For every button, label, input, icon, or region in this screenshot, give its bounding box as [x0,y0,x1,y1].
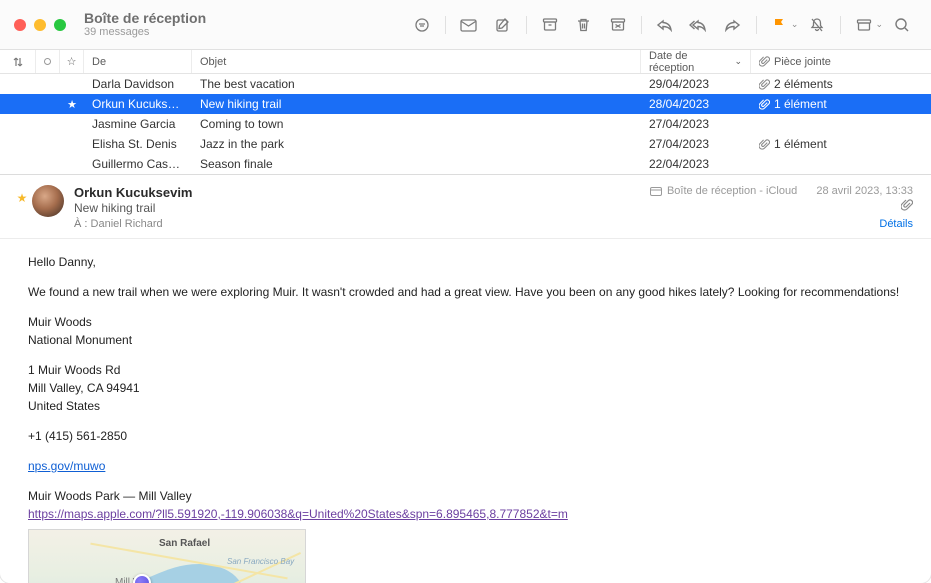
row-attachment: 1 élément [751,137,931,151]
row-date: 27/04/2023 [641,117,751,131]
message-row[interactable]: Darla DavidsonThe best vacation29/04/202… [0,74,931,94]
preview-subject: New hiking trail [74,201,650,215]
window-title: Boîte de réception [84,10,206,27]
message-list: Darla DavidsonThe best vacation29/04/202… [0,74,931,174]
row-flag-icon[interactable]: ★ [60,98,84,111]
addr-line: 1 Muir Woods Rd [28,361,903,379]
row-subject: Season finale [192,157,641,171]
message-row[interactable]: Elisha St. DenisJazz in the park27/04/20… [0,134,931,154]
junk-button[interactable] [603,12,633,38]
row-date: 29/04/2023 [641,77,751,91]
column-header: ☆ De Objet Date de réception ⌄ Pièce joi… [0,50,931,74]
reply-all-button[interactable] [684,12,714,38]
link-maps[interactable]: https://maps.apple.com/?ll5.591920,-119.… [28,507,568,521]
archive-button[interactable] [535,12,565,38]
col-sort[interactable] [0,50,36,73]
body-greeting: Hello Danny, [28,253,903,271]
row-attachment: 2 éléments [751,77,931,91]
to-name[interactable]: Daniel Richard [91,218,163,230]
flag-star-icon[interactable]: ★ [17,191,28,205]
row-from: Darla Davidson [84,77,192,91]
preview-timestamp: 28 avril 2023, 13:33 [816,185,913,197]
row-date: 22/04/2023 [641,157,751,171]
addr-line: United States [28,397,903,415]
col-attachment[interactable]: Pièce jointe [751,50,931,73]
map-label: San Rafael [159,536,210,551]
row-date: 27/04/2023 [641,137,751,151]
compose-button[interactable] [488,12,518,38]
map-pin-icon [133,574,151,583]
addr-line: Muir Woods [28,313,903,331]
window-subtitle: 39 messages [84,26,206,39]
col-att-label: Pièce jointe [774,56,831,68]
col-flag[interactable]: ☆ [60,50,84,73]
map-attachment[interactable]: San Rafael Mill V Muir Woods Bolinas Sau… [28,529,306,583]
phone: +1 (415) 561-2850 [28,427,903,445]
addr-line: National Monument [28,331,903,349]
attachment-icon[interactable] [650,199,913,214]
row-subject: The best vacation [192,77,641,91]
maximize-button[interactable] [54,19,66,31]
col-from[interactable]: De [84,50,192,73]
row-subject: Coming to town [192,117,641,131]
col-read[interactable] [36,50,60,73]
window-controls [14,19,66,31]
message-row[interactable]: ★Orkun Kucuks…New hiking trail28/04/2023… [0,94,931,114]
row-subject: Jazz in the park [192,137,641,151]
flag-menu-chevron[interactable]: ⌄ [791,19,799,30]
close-button[interactable] [14,19,26,31]
titlebar: Boîte de réception 39 messages ⌄ ⌄ [0,0,931,50]
message-preview: ★ Orkun Kucuksevim New hiking trail À : … [0,174,931,583]
row-subject: New hiking trail [192,97,641,111]
mute-button[interactable] [802,12,832,38]
row-from: Elisha St. Denis [84,137,192,151]
row-from: Guillermo Cas… [84,157,192,171]
forward-button[interactable] [718,12,748,38]
filter-button[interactable] [407,12,437,38]
map-label: San Francisco Bay [227,558,267,566]
to-label: À : [74,218,87,230]
preview-header: ★ Orkun Kucuksevim New hiking trail À : … [0,175,931,239]
col-date-label: Date de réception [649,50,730,74]
chevron-down-icon: ⌄ [734,56,742,67]
details-link[interactable]: Détails [650,218,913,230]
trash-button[interactable] [569,12,599,38]
row-attachment: 1 élément [751,97,931,111]
preview-folder: Boîte de réception - iCloud [667,185,797,197]
move-menu-chevron[interactable]: ⌄ [875,19,883,30]
search-button[interactable] [887,12,917,38]
preview-to: À : Daniel Richard [74,218,650,230]
col-date[interactable]: Date de réception ⌄ [641,50,751,73]
new-mail-button[interactable] [454,12,484,38]
row-date: 28/04/2023 [641,97,751,111]
link-title: Muir Woods Park — Mill Valley [28,487,903,505]
message-row[interactable]: Jasmine GarciaComing to town27/04/2023 [0,114,931,134]
reply-button[interactable] [650,12,680,38]
toolbar: ⌄ ⌄ [407,12,917,38]
col-subject[interactable]: Objet [192,50,641,73]
message-row[interactable]: Guillermo Cas…Season finale22/04/2023 [0,154,931,174]
message-body: Hello Danny, We found a new trail when w… [0,239,931,583]
body-paragraph: We found a new trail when we were explor… [28,283,903,301]
row-from: Jasmine Garcia [84,117,192,131]
addr-line: Mill Valley, CA 94941 [28,379,903,397]
row-from: Orkun Kucuks… [84,97,192,111]
minimize-button[interactable] [34,19,46,31]
preview-sender: Orkun Kucuksevim [74,185,650,200]
sender-avatar[interactable] [32,185,64,217]
link-nps[interactable]: nps.gov/muwo [28,459,105,473]
